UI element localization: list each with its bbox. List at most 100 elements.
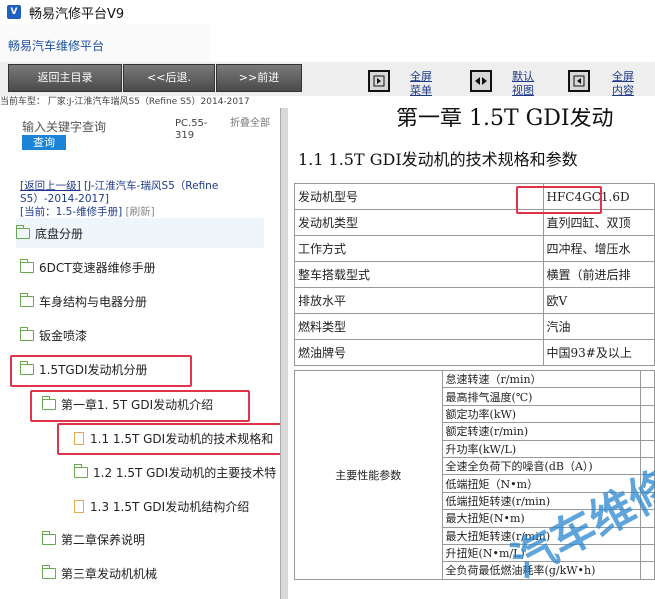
tree-item-label: 1.1 1.5T GDI发动机的技术规格和 (90, 431, 274, 446)
tree-item-chapter-2[interactable]: 第二章保养说明 (42, 524, 270, 554)
folder-icon (74, 463, 88, 478)
document-icon (74, 499, 84, 513)
perf-value (639, 543, 655, 563)
folder-icon (16, 224, 30, 239)
back-home-button[interactable]: 返回主目录 (8, 64, 122, 92)
fullscreen-content-link[interactable]: 全屏 内容 (612, 70, 634, 98)
folder-icon (20, 258, 34, 273)
spec-value: 四冲程、增压水 (542, 235, 655, 262)
fullscreen-menu-label-1: 全屏 (410, 70, 432, 83)
window-title: 畅易汽修平台V9 (29, 6, 125, 22)
perf-label: 怠速转速（r/min） (441, 369, 641, 389)
folder-icon (20, 360, 34, 375)
perf-value (639, 422, 655, 441)
fold-all-link[interactable]: 折叠全部 (230, 118, 270, 130)
table-row: 排放水平 欧V (294, 287, 655, 314)
perf-label: 升功率(kW/L) (441, 439, 641, 458)
current-vehicle: 当前车型： 厂家:J-江淮汽车瑞风S5（Refine S5）2014-2017 (0, 97, 250, 107)
spec-label: 燃料类型 (294, 313, 544, 340)
tree-item-chapter-3[interactable]: 第三章发动机机械 (42, 558, 270, 588)
perf-label: 最高排气温度(℃) (441, 387, 641, 406)
spec-value: 中国93#及以上 (542, 339, 655, 366)
refresh-link[interactable]: [刷新] (126, 206, 155, 218)
tree-item-chassis[interactable]: 底盘分册 (16, 218, 264, 248)
perf-value (639, 526, 655, 545)
back-up-link[interactable]: [返回上一级] (20, 180, 81, 192)
current-location: [当前：1.5-维修手册] (20, 206, 123, 218)
spec-label: 发动机型号 (294, 183, 544, 210)
tree-item-section-1-1[interactable]: 1.1 1.5T GDI发动机的技术规格和 (74, 423, 284, 453)
fullscreen-menu-icon[interactable] (368, 70, 390, 92)
header-bar-right (210, 24, 655, 62)
next-button[interactable]: >>前进 (216, 64, 302, 92)
title-bar: V 畅易汽修平台V9 (0, 0, 655, 24)
search-input[interactable]: 输入关键字查询 (22, 118, 106, 135)
document-icon (74, 431, 84, 445)
perf-value (639, 404, 655, 424)
tree-item-label: 1.3 1.5T GDI发动机结构介绍 (90, 499, 250, 514)
folder-icon (20, 292, 34, 307)
tree-item-body-electrical[interactable]: 车身结构与电器分册 (20, 286, 270, 316)
folder-icon (42, 564, 56, 579)
tree-item-engine-volume[interactable]: 1.5TGDI发动机分册 (20, 354, 270, 384)
sidebar: 输入关键字查询 查询 PC.55-319 折叠全部 [返回上一级] [J-江淮汽… (0, 108, 287, 599)
folder-icon (20, 326, 34, 341)
tree-item-label: 第二章保养说明 (61, 532, 146, 547)
tree-item-label: 车身结构与电器分册 (39, 294, 148, 309)
table-row: 整车搭载型式 横置（前进后排 (294, 261, 655, 288)
toolbar: 返回主目录 <<后退. >>前进 全屏 菜单 默认 视图 全屏 内容 (0, 62, 655, 98)
table-row: 燃料类型 汽油 (294, 313, 655, 340)
table-row: 发动机型号 HFC4GC1.6D (294, 183, 655, 210)
spec-value: 直列四缸、双顶 (542, 209, 655, 236)
perf-group-label: 主要性能参数 (294, 370, 443, 580)
tree-item-label: 第一章1. 5T GDI发动机介绍 (61, 397, 214, 412)
spec-label: 排放水平 (294, 287, 544, 314)
tree-item-label: 第三章发动机机械 (61, 566, 158, 581)
tree-item-section-1-3[interactable]: 1.3 1.5T GDI发动机结构介绍 (74, 491, 270, 521)
tree-item-sheet-metal[interactable]: 钣金喷漆 (20, 320, 270, 350)
pc-code: PC.55-319 (175, 118, 208, 141)
perf-label: 额定转速(r/min) (441, 422, 641, 441)
tree-item-label: 6DCT变速器维修手册 (39, 260, 156, 275)
tree-item-label: 钣金喷漆 (39, 328, 88, 343)
spec-value: 横置（前进后排 (542, 261, 655, 288)
tree-item-label: 1.2 1.5T GDI发动机的主要技术特 (93, 465, 277, 480)
spec-label: 燃油牌号 (294, 339, 544, 366)
table-row: 发动机类型 直列四缸、双顶 (294, 209, 655, 236)
tree-item-label: 1.5TGDI发动机分册 (39, 362, 148, 377)
table-row: 主要性能参数 怠速转速（r/min） (294, 369, 655, 580)
spec-table: 发动机型号 HFC4GC1.6D 发动机类型 直列四缸、双顶 工作方式 四冲程、增压水… (294, 183, 655, 366)
search-button[interactable]: 查询 (22, 135, 66, 150)
fullscreen-menu-link[interactable]: 全屏 菜单 (410, 70, 432, 98)
fullscreen-content-icon[interactable] (568, 70, 590, 92)
prev-button[interactable]: <<后退. (123, 64, 215, 92)
header-bar: 畅易汽车维修平台 (0, 24, 210, 62)
spec-value: HFC4GC1.6D (542, 183, 655, 210)
perf-value (639, 387, 655, 406)
tree-item-6dct[interactable]: 6DCT变速器维修手册 (20, 252, 270, 282)
spec-value: 汽油 (542, 313, 655, 340)
tree-item-section-1-2[interactable]: 1.2 1.5T GDI发动机的主要技术特 (74, 457, 280, 487)
perf-value (639, 369, 655, 389)
perf-value (639, 561, 655, 580)
chapter-title: 第一章 1.5T GDI发动 (396, 108, 614, 131)
tree-item-chapter-1[interactable]: 第一章1. 5T GDI发动机介绍 (42, 389, 270, 419)
spec-label: 整车搭载型式 (294, 261, 544, 288)
default-view-link[interactable]: 默认 视图 (512, 70, 534, 98)
perf-label: 额定功率(kW) (441, 404, 641, 424)
fullscreen-content-label-1: 全屏 (612, 70, 634, 83)
breadcrumb: [返回上一级] [J-江淮汽车-瑞风S5（Refine S5）-2014-201… (20, 180, 270, 219)
default-view-label-1: 默认 (512, 70, 534, 83)
app-subtitle: 畅易汽车维修平台 (8, 39, 105, 53)
section-title: 1.1 1.5T GDI发动机的技术规格和参数 (298, 150, 578, 169)
folder-icon (42, 395, 56, 410)
spec-label: 工作方式 (294, 235, 544, 262)
spec-label: 发动机类型 (294, 209, 544, 236)
folder-icon (42, 530, 56, 545)
app-logo-icon: V (7, 5, 21, 19)
spec-value: 欧V (542, 287, 655, 314)
tree-item-label: 底盘分册 (35, 226, 84, 241)
content-pane: 第一章 1.5T GDI发动 1.1 1.5T GDI发动机的技术规格和参数 发… (288, 108, 655, 599)
default-view-icon[interactable] (470, 70, 492, 92)
table-row: 燃油牌号 中国93#及以上 (294, 339, 655, 366)
